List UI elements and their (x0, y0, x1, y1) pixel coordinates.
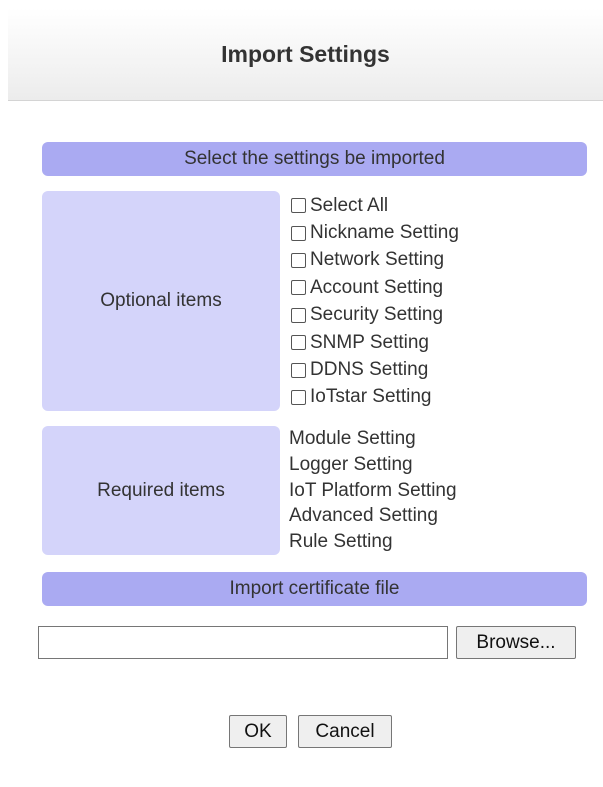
required-item: Advanced Setting (289, 505, 438, 527)
account-setting-option[interactable]: Account Setting (289, 274, 459, 301)
required-items-list: Module Setting Logger Setting IoT Platfo… (289, 426, 457, 555)
option-label: DDNS Setting (310, 359, 429, 381)
account-setting-checkbox[interactable] (291, 280, 306, 296)
required-item: Rule Setting (289, 531, 393, 553)
import-settings-dialog: Import Settings Select the settings be i… (8, 8, 603, 787)
required-item: Module Setting (289, 428, 416, 449)
network-setting-option[interactable]: Network Setting (289, 247, 459, 274)
cancel-button[interactable]: Cancel (298, 715, 392, 748)
security-setting-checkbox[interactable] (291, 307, 306, 323)
option-label: Network Setting (310, 249, 445, 271)
certificate-file-input[interactable] (38, 626, 448, 659)
browse-button[interactable]: Browse... (456, 626, 576, 659)
optional-items-label: Optional items (42, 191, 280, 411)
select-settings-header: Select the settings be imported (42, 142, 587, 176)
required-items-label: Required items (42, 426, 280, 555)
ddns-setting-option[interactable]: DDNS Setting (289, 356, 459, 383)
dialog-title: Import Settings (221, 40, 390, 67)
nickname-setting-checkbox[interactable] (291, 225, 306, 241)
option-label: Nickname Setting (310, 222, 459, 244)
iotstar-setting-option[interactable]: IoTstar Setting (289, 384, 459, 411)
option-label: Account Setting (310, 276, 444, 298)
required-item: IoT Platform Setting (289, 479, 457, 501)
option-label: Security Setting (310, 304, 444, 326)
select-all-checkbox[interactable] (291, 198, 306, 214)
iotstar-setting-checkbox[interactable] (291, 389, 306, 405)
security-setting-option[interactable]: Security Setting (289, 302, 459, 329)
ddns-setting-checkbox[interactable] (291, 362, 306, 378)
dialog-header: Import Settings (8, 8, 603, 101)
ok-button[interactable]: OK (229, 715, 287, 748)
optional-items-list: Select All Nickname Setting Network Sett… (289, 192, 459, 411)
network-setting-checkbox[interactable] (291, 252, 306, 268)
import-certificate-header: Import certificate file (42, 572, 587, 606)
required-item: Logger Setting (289, 453, 413, 475)
snmp-setting-checkbox[interactable] (291, 335, 306, 351)
select-all-option[interactable]: Select All (289, 192, 459, 219)
option-label: Select All (310, 194, 389, 216)
nickname-setting-option[interactable]: Nickname Setting (289, 219, 459, 246)
snmp-setting-option[interactable]: SNMP Setting (289, 329, 459, 356)
option-label: SNMP Setting (310, 331, 429, 353)
option-label: IoTstar Setting (310, 386, 432, 408)
